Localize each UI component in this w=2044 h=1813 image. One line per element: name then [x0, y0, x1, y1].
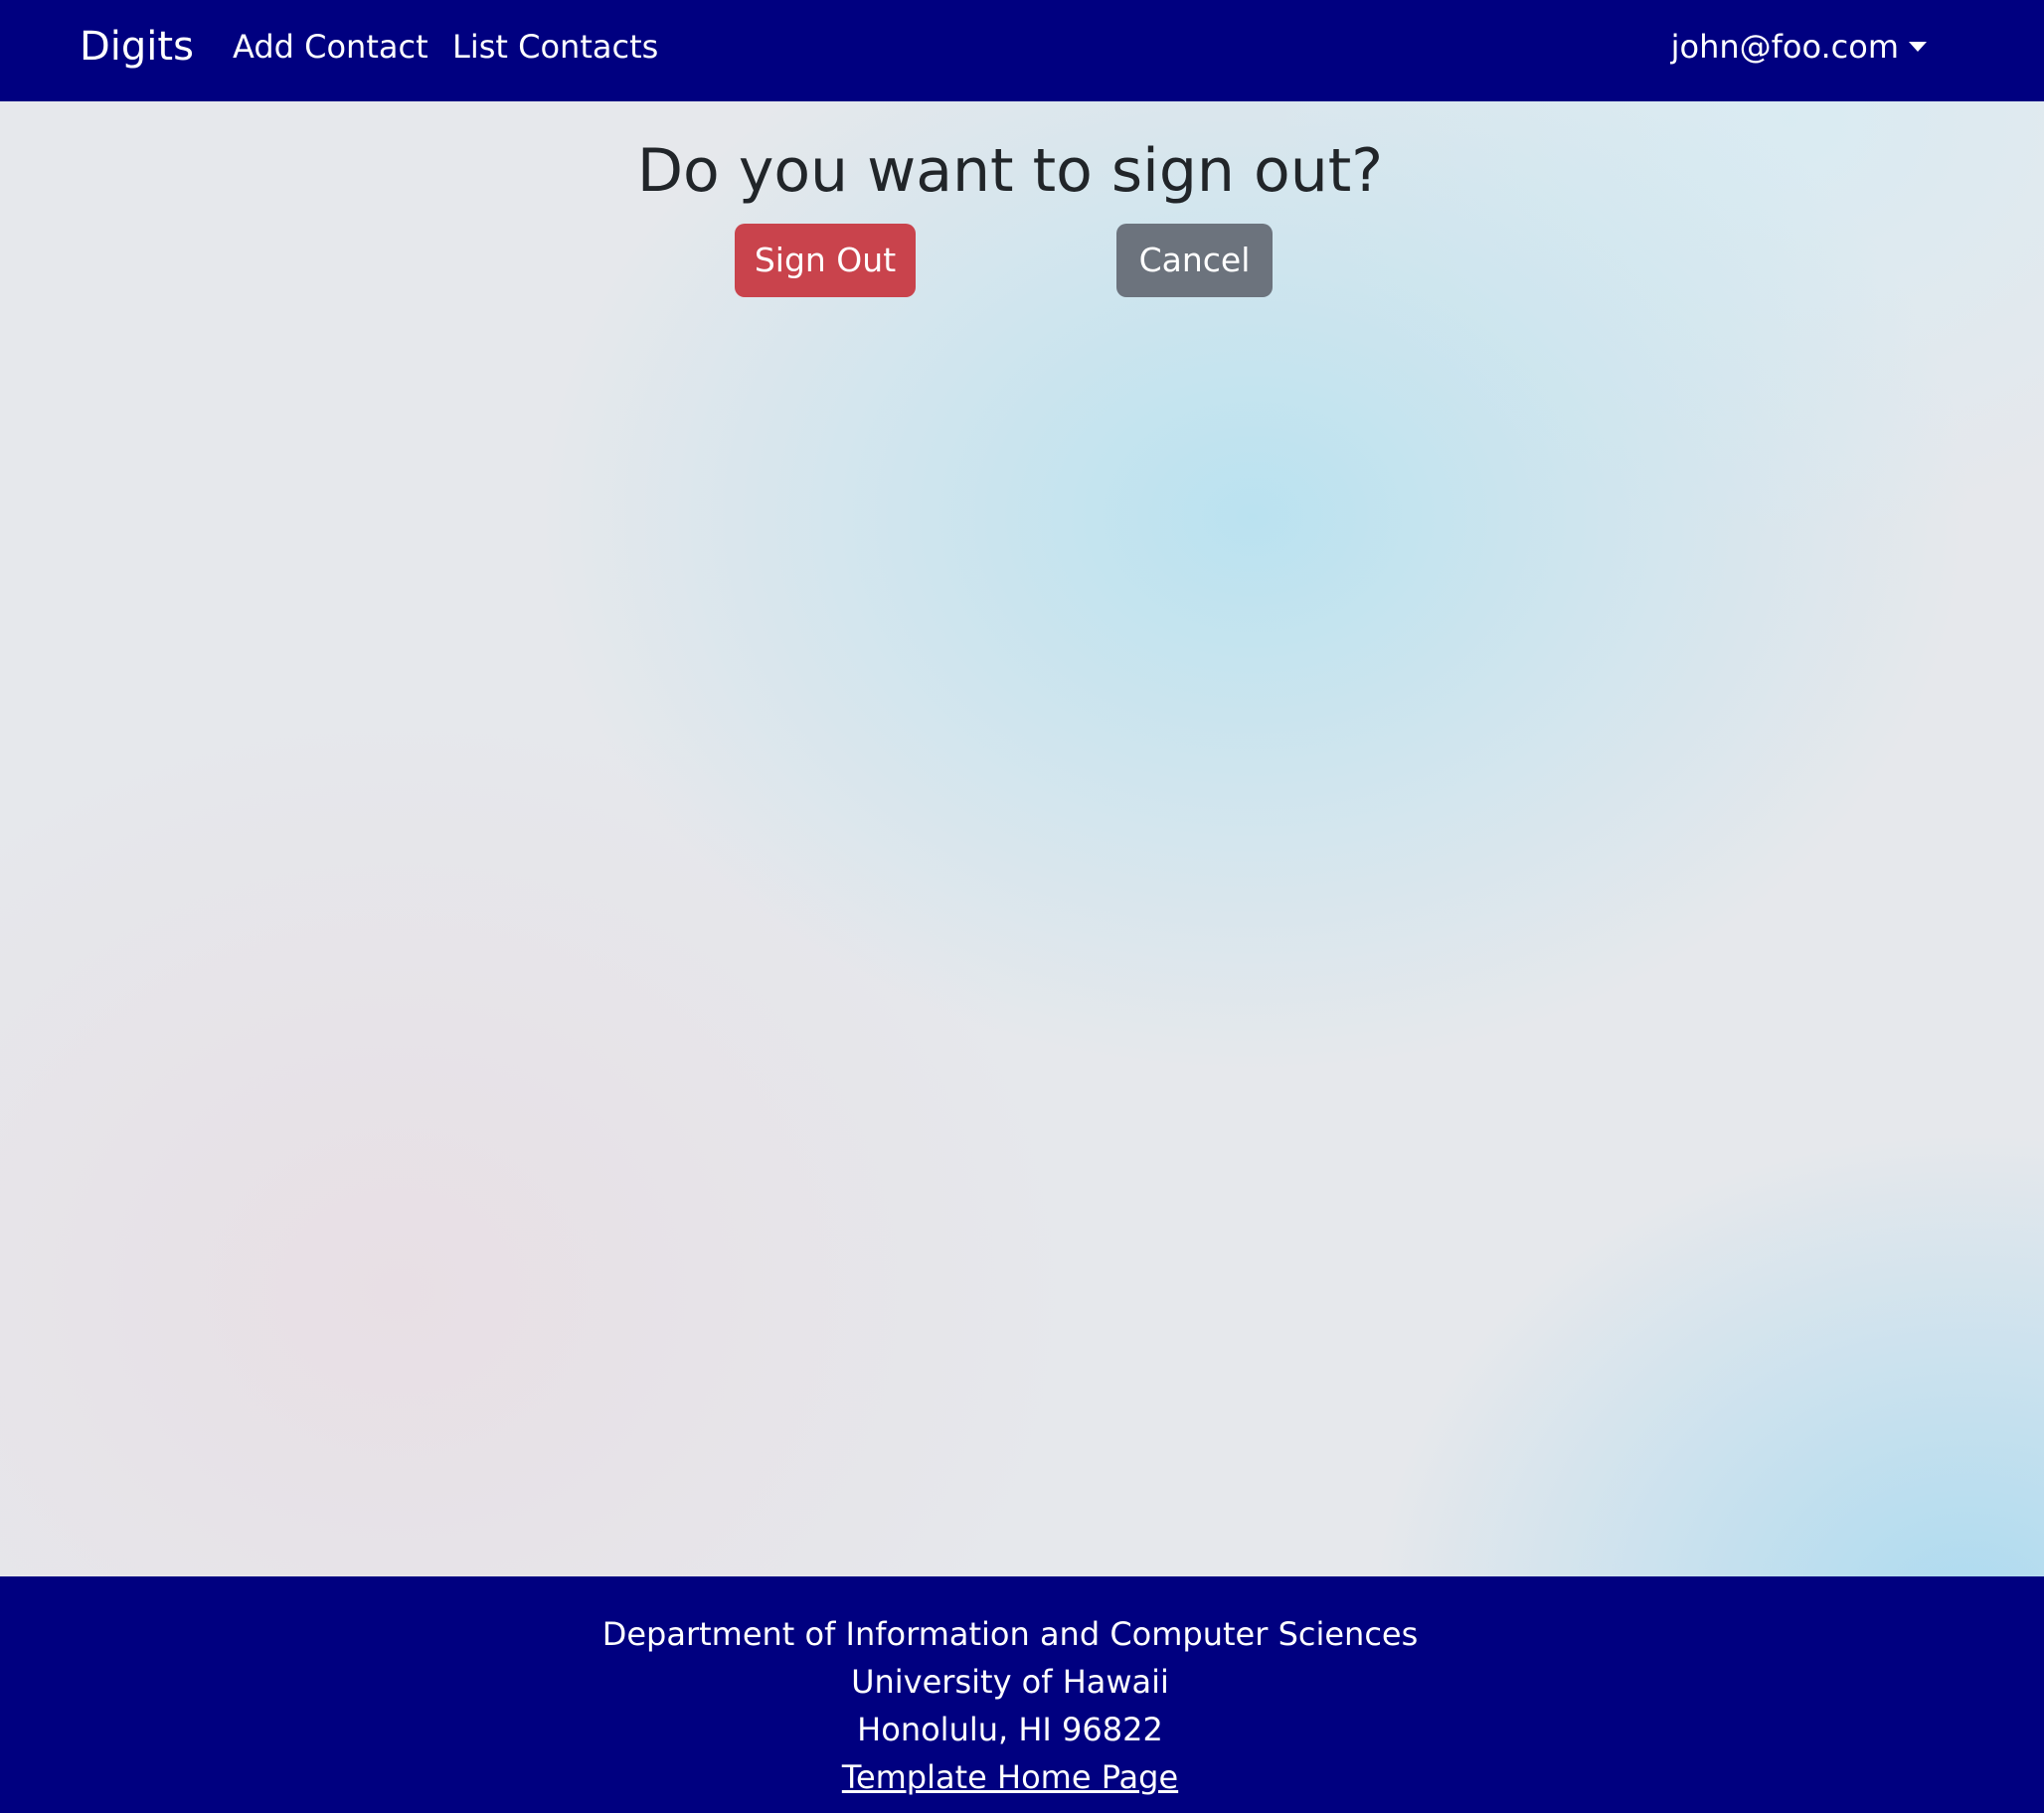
template-home-page-link[interactable]: Template Home Page [842, 1758, 1178, 1796]
footer: Department of Information and Computer S… [0, 1576, 2044, 1813]
user-email: john@foo.com [1670, 28, 1899, 66]
brand-link[interactable]: Digits [80, 22, 194, 72]
footer-address: Honolulu, HI 96822 [857, 1711, 1163, 1748]
nav-add-contact-link[interactable]: Add Contact [233, 26, 428, 68]
footer-content: Department of Information and Computer S… [0, 1610, 2020, 1801]
user-dropdown[interactable]: john@foo.com [1671, 26, 1927, 68]
caret-down-icon [1909, 42, 1927, 52]
footer-department: Department of Information and Computer S… [601, 1615, 1419, 1653]
footer-university: University of Hawaii [851, 1663, 1169, 1701]
nav-list-contacts-link[interactable]: List Contacts [452, 26, 658, 68]
cancel-button[interactable]: Cancel [1116, 224, 1273, 297]
sign-out-button[interactable]: Sign Out [735, 224, 916, 297]
top-navbar: Digits Add Contact List Contacts john@fo… [0, 0, 2044, 101]
page-title: Do you want to sign out? [636, 136, 1384, 206]
